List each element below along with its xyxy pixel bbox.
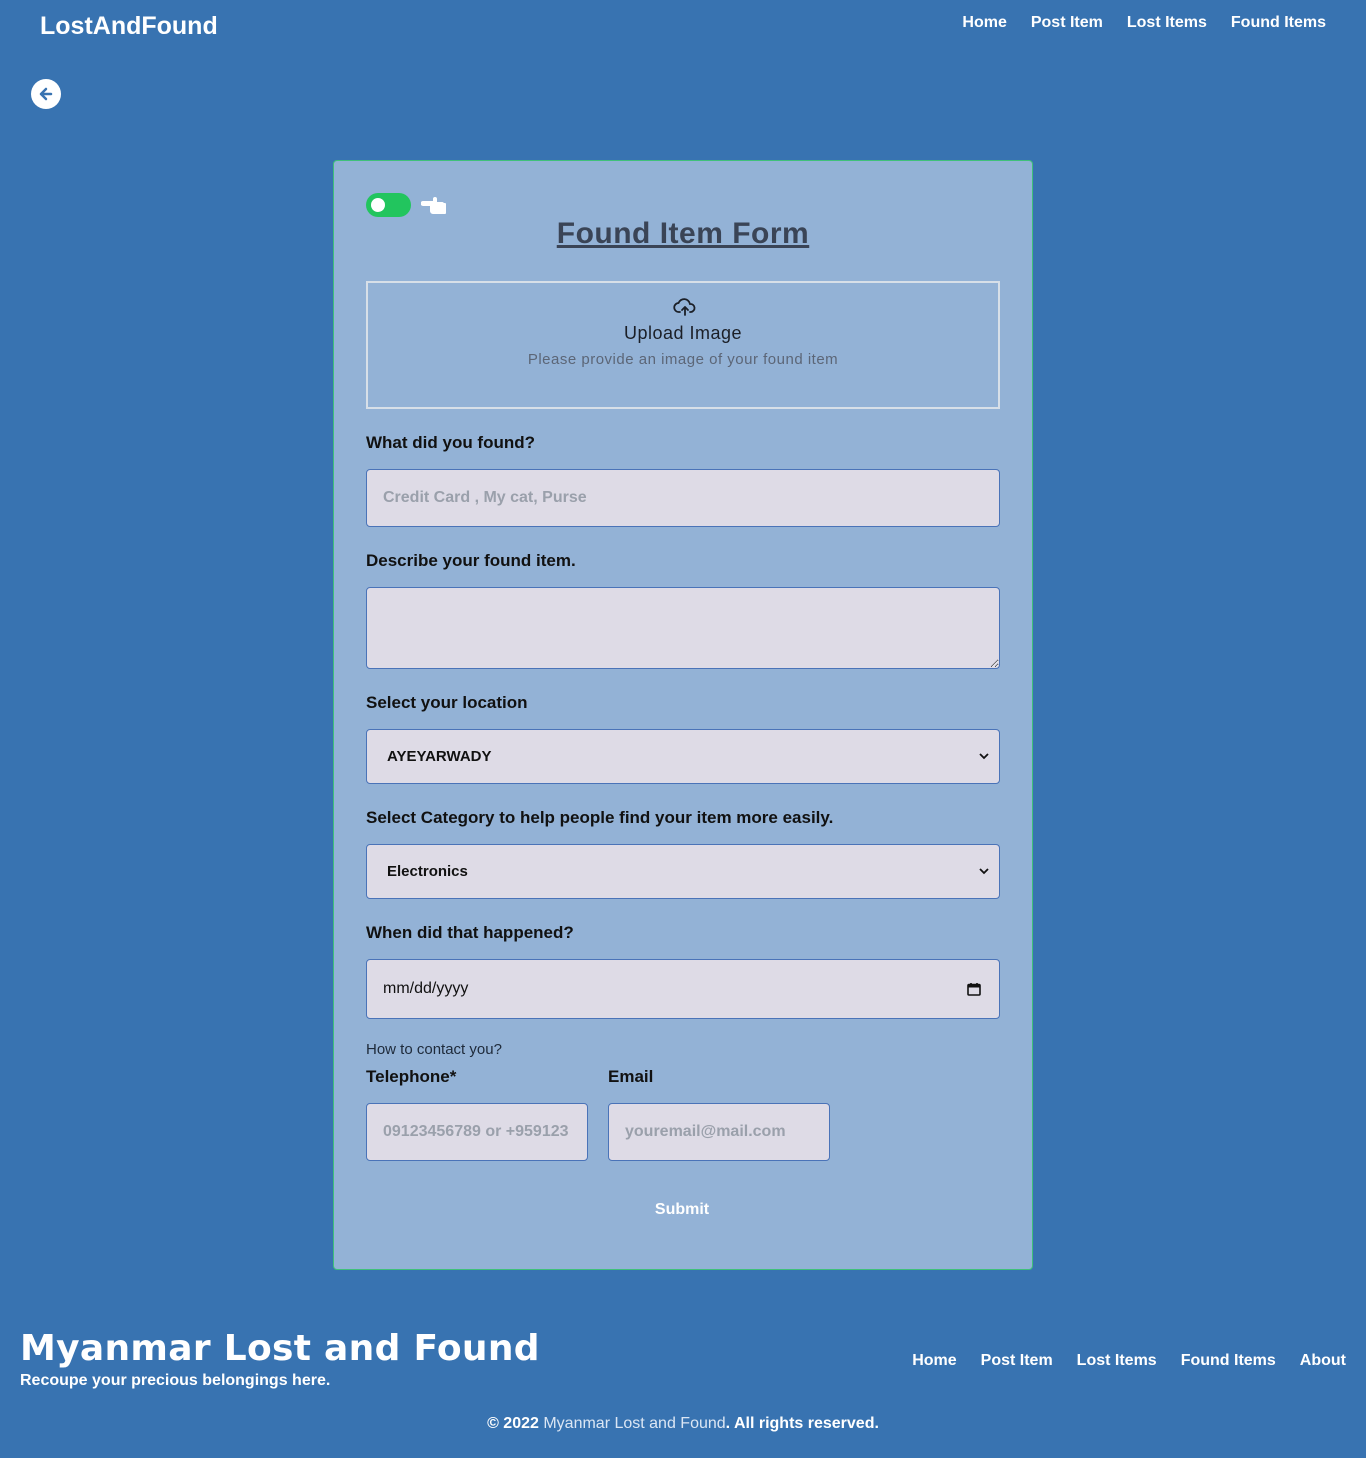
email-input[interactable] [608,1103,830,1161]
footer-subtitle: Recoupe your precious belongings here. [20,1372,331,1389]
footer-link-found-items[interactable]: Found Items [1181,1352,1276,1370]
telephone-label: Telephone* [366,1067,457,1086]
nav-lost-items[interactable]: Lost Items [1127,14,1207,32]
category-label: Select Category to help people find your… [366,808,834,827]
copyright: © 2022 Myanmar Lost and Found. All right… [0,1415,1366,1433]
footer-link-home[interactable]: Home [912,1352,956,1370]
category-selected-value: Electronics [387,863,468,880]
upload-image-dropzone[interactable]: Upload Image Please provide an image of … [366,281,1000,409]
footer-links: Home Post Item Lost Items Found Items Ab… [912,1352,1346,1370]
navbar: LostAndFound Home Post Item Lost Items F… [0,0,1366,56]
upload-title: Upload Image [623,323,743,343]
pointing-hand-icon [421,197,446,214]
telephone-input[interactable] [366,1103,588,1161]
date-placeholder: mm/dd/yyyy [383,980,469,997]
form-type-toggle[interactable] [366,193,411,217]
nav-found-items[interactable]: Found Items [1231,14,1326,32]
nav-links: Home Post Item Lost Items Found Items [962,14,1326,32]
submit-button[interactable]: Submit [634,1197,730,1223]
form-title: Found Item Form [556,217,810,250]
footer-title: Myanmar Lost and Found [20,1328,540,1369]
nav-post-item[interactable]: Post Item [1031,14,1103,32]
footer-link-lost-items[interactable]: Lost Items [1077,1352,1157,1370]
brand-logo[interactable]: LostAndFound [40,12,218,41]
category-select[interactable]: Electronics [366,844,1000,899]
cloud-upload-icon [673,298,696,316]
when-label: When did that happened? [366,923,574,942]
what-found-label: What did you found? [366,433,536,452]
location-label: Select your location [366,693,528,712]
toggle-knob [371,198,385,212]
item-name-input[interactable] [366,469,1000,527]
calendar-icon[interactable] [967,982,981,996]
copyright-brand: Myanmar Lost and Found [543,1415,726,1432]
chevron-down-icon [979,753,989,760]
nav-home[interactable]: Home [962,14,1006,32]
date-input[interactable]: mm/dd/yyyy [366,959,1000,1019]
copyright-prefix: © 2022 [487,1415,544,1432]
location-select[interactable]: AYEYARWADY [366,729,1000,784]
chevron-down-icon [979,868,989,875]
copyright-suffix: . All rights reserved. [725,1415,879,1432]
location-selected-value: AYEYARWADY [387,748,492,765]
arrow-left-icon [39,87,53,101]
footer-link-about[interactable]: About [1300,1352,1346,1370]
found-item-form-card: Found Item Form Upload Image Please prov… [333,160,1033,1270]
footer-link-post-item[interactable]: Post Item [981,1352,1053,1370]
describe-label: Describe your found item. [366,551,576,570]
back-button[interactable] [31,79,61,109]
email-label: Email [608,1067,654,1086]
contact-question: How to contact you? [366,1041,502,1058]
description-textarea[interactable] [366,587,1000,669]
upload-subtitle: Please provide an image of your found it… [527,351,839,368]
